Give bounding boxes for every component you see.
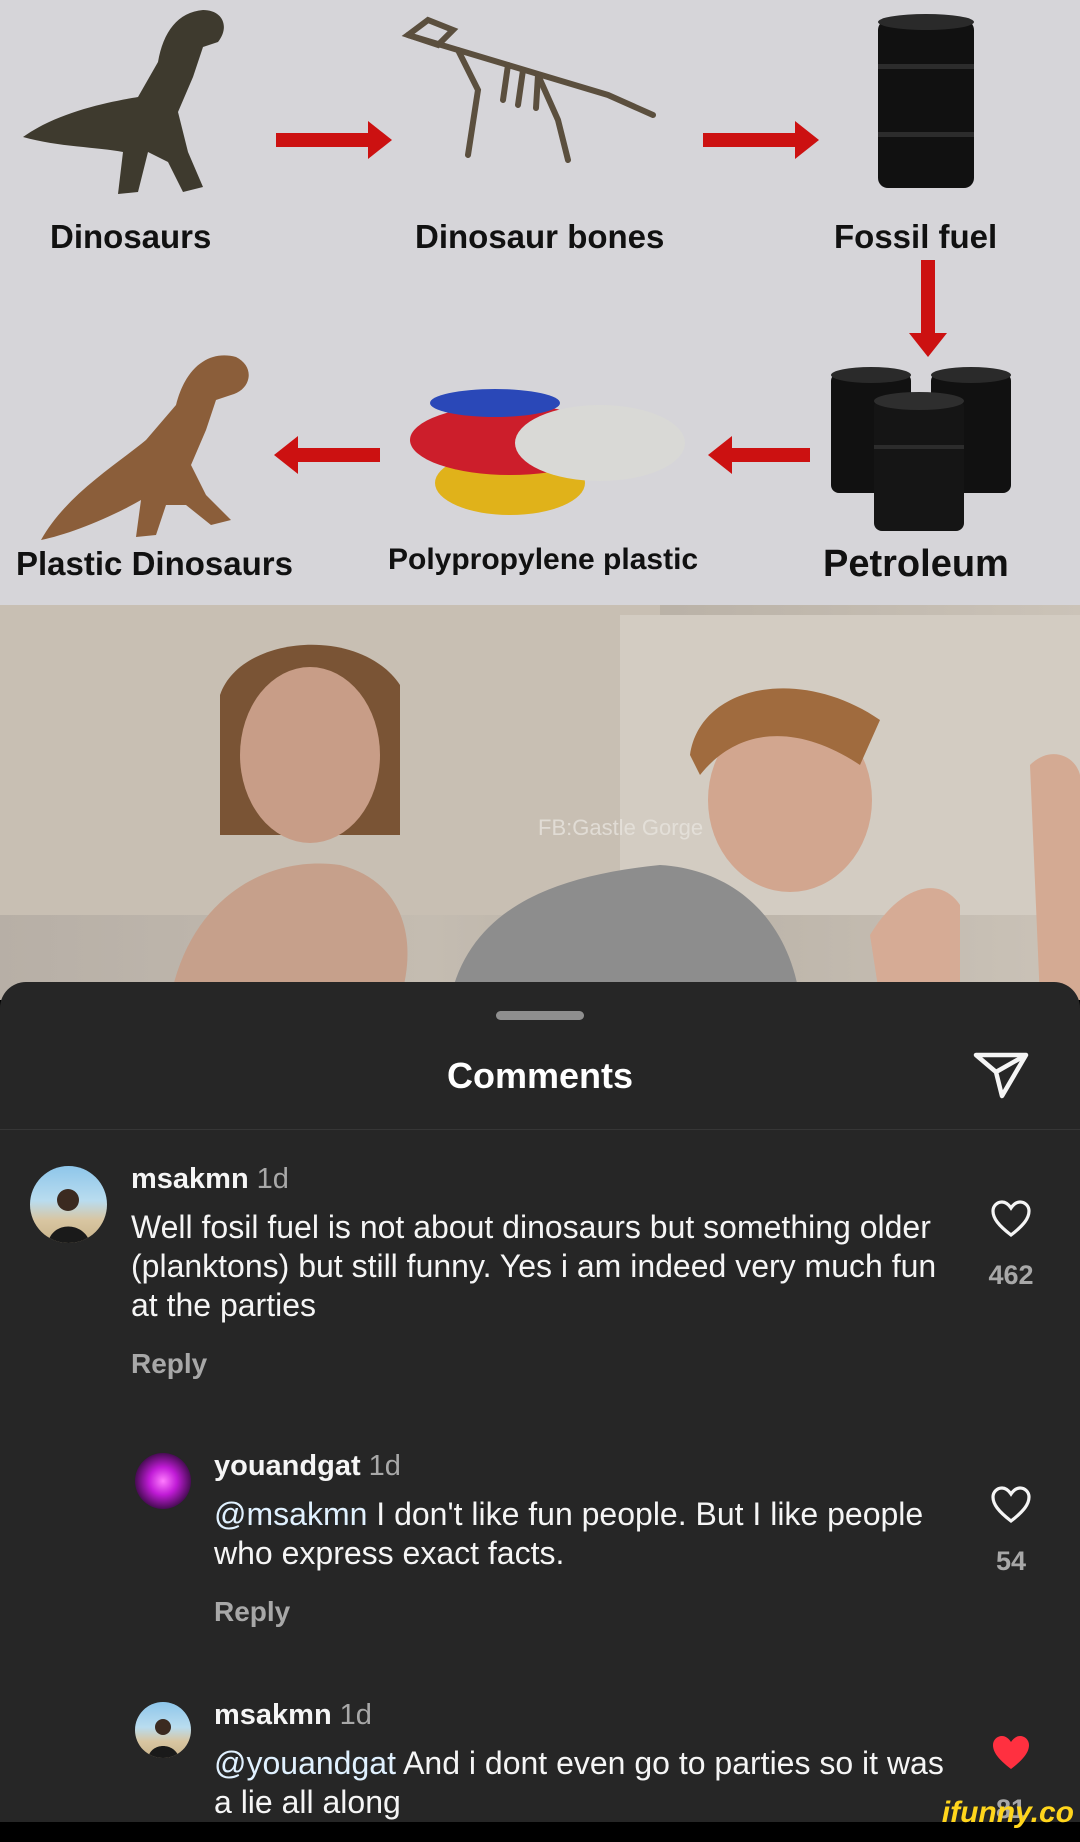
label-dinosaurs: Dinosaurs — [50, 218, 212, 255]
comments-sheet — [0, 982, 1080, 1822]
username-text[interactable]: msakmn — [214, 1699, 332, 1731]
sheet-drag-handle[interactable] — [496, 1011, 584, 1020]
label-fossil-fuel: Fossil fuel — [834, 218, 998, 255]
comment-username[interactable]: msakmn 1d — [214, 1699, 372, 1732]
comment-age: 1d — [368, 1450, 401, 1482]
label-polypropylene-plastic: Polypropylene plastic — [388, 543, 699, 576]
heart-icon[interactable] — [990, 1200, 1032, 1238]
comment-age: 1d — [256, 1163, 289, 1195]
ifunny-watermark: ifunny.co — [941, 1796, 1074, 1829]
arrow-left — [708, 436, 810, 474]
user-mention[interactable]: @youandgat — [214, 1745, 396, 1781]
comment-age: 1d — [339, 1699, 372, 1731]
reply-button[interactable]: Reply — [131, 1348, 207, 1380]
dinosaur-skeleton-figure — [401, 16, 656, 163]
sheet-divider — [0, 1129, 1080, 1130]
avatar[interactable] — [135, 1702, 191, 1758]
watermark-bar — [0, 1822, 1080, 1842]
label-dinosaur-bones: Dinosaur bones — [415, 218, 665, 255]
arrow-down — [909, 260, 947, 357]
arrow-left — [274, 436, 380, 474]
heart-icon-liked[interactable] — [990, 1734, 1032, 1772]
arrow-right — [276, 121, 392, 159]
user-mention[interactable]: @msakmn — [214, 1496, 367, 1532]
plastic-pellets-figure — [410, 389, 685, 515]
avatar[interactable] — [135, 1453, 191, 1509]
reply-button[interactable]: Reply — [214, 1596, 290, 1628]
photo-watermark: FB:Gastle Gorge — [538, 815, 704, 840]
arrow-right — [703, 121, 819, 159]
username-text[interactable]: youandgat — [214, 1450, 361, 1482]
sheet-title: Comments — [446, 1055, 634, 1096]
label-plastic-dinosaurs: Plastic Dinosaurs — [16, 545, 293, 582]
couple-in-bed-photo — [0, 605, 1080, 1000]
meme-image: Dinosaurs Dinosaur bones Fossil fuel Pla… — [0, 0, 1080, 1000]
comment-username[interactable]: youandgat 1d — [214, 1450, 401, 1483]
comment-text: Well fosil fuel is not about dinosaurs b… — [131, 1209, 937, 1323]
plastic-dinosaur-figure — [41, 355, 249, 540]
heart-icon[interactable] — [990, 1486, 1032, 1524]
petroleum-barrels-figure — [831, 367, 1011, 531]
username-text[interactable]: msakmn — [131, 1163, 249, 1195]
oil-barrel-figure — [878, 14, 974, 188]
dinosaur-figure — [23, 10, 224, 194]
comment-text: @youandgat And i dont even go to parties… — [214, 1744, 944, 1822]
label-petroleum: Petroleum — [823, 543, 1009, 585]
fossil-fuel-infographic: Dinosaurs Dinosaur bones Fossil fuel Pla… — [0, 0, 1080, 605]
paper-plane-icon[interactable] — [972, 1050, 1030, 1100]
comment-text: @msakmn I don't like fun people. But I l… — [214, 1495, 934, 1573]
like-count: 54 — [995, 1546, 1027, 1576]
like-count: 462 — [988, 1260, 1034, 1290]
avatar[interactable] — [30, 1166, 107, 1243]
comment-username[interactable]: msakmn 1d — [131, 1163, 289, 1196]
